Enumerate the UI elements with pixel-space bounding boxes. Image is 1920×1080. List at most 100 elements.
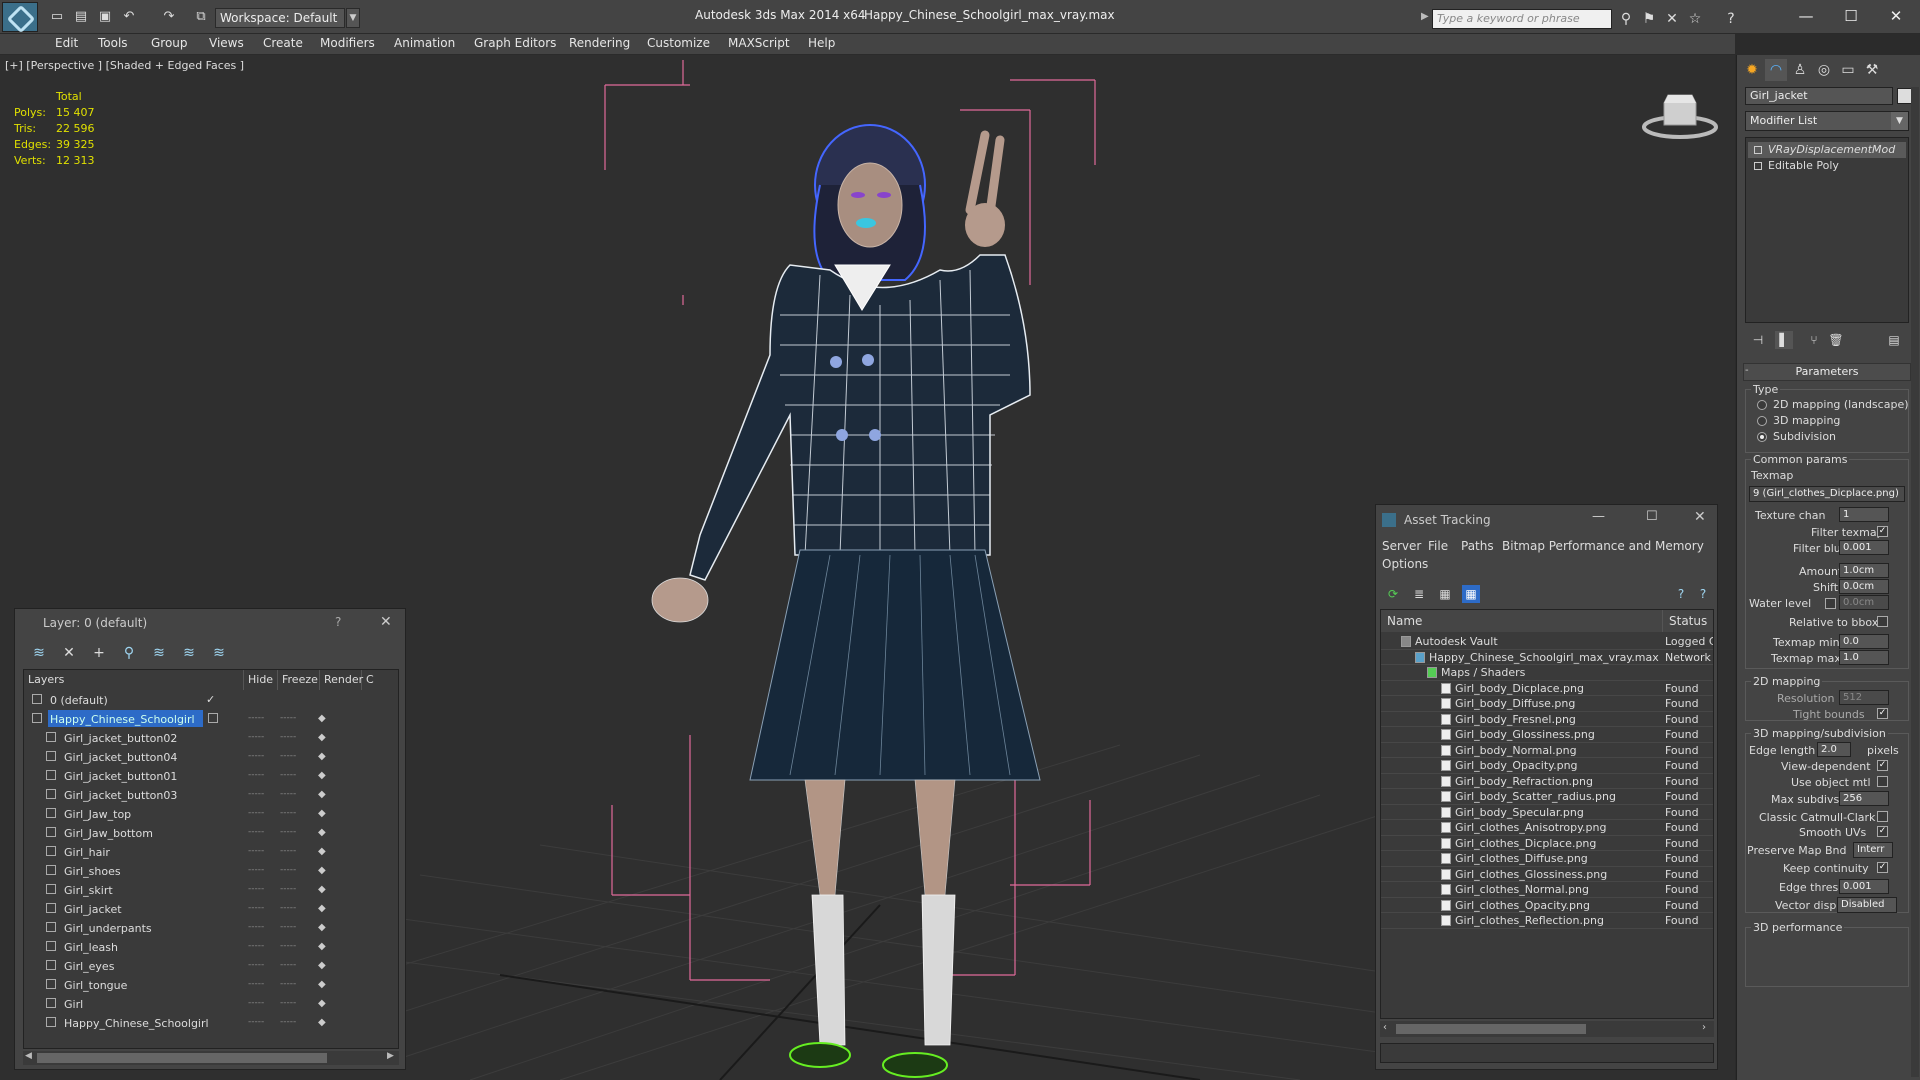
- pin-stack-icon[interactable]: ⊣: [1749, 331, 1767, 349]
- render-teapot-icon[interactable]: ◆: [318, 956, 326, 975]
- binoculars-icon[interactable]: ⚲: [1617, 10, 1635, 28]
- hide-toggle[interactable]: -----: [248, 937, 264, 956]
- amount-spinner[interactable]: 1.0cm: [1839, 563, 1889, 578]
- smooth-uvs-checkbox[interactable]: ✓: [1877, 826, 1888, 837]
- column-freeze[interactable]: Freeze: [278, 670, 320, 690]
- help-icon[interactable]: ?: [1722, 10, 1740, 28]
- freeze-toggle[interactable]: -----: [280, 1013, 296, 1032]
- render-teapot-icon[interactable]: ◆: [318, 880, 326, 899]
- use-object-mtl-checkbox[interactable]: [1877, 776, 1888, 787]
- thumbnail-view-icon[interactable]: ▦: [1436, 585, 1454, 603]
- render-teapot-icon[interactable]: ◆: [318, 747, 326, 766]
- asset-menu-file[interactable]: File: [1428, 539, 1448, 553]
- asset-settings-icon[interactable]: ?: [1694, 585, 1712, 603]
- asset-row[interactable]: Girl_body_Fresnel.png Found: [1381, 712, 1713, 727]
- hierarchy-tab-icon[interactable]: ♙: [1789, 59, 1811, 81]
- project-folder-icon[interactable]: ⧉: [192, 9, 210, 25]
- layer-name[interactable]: Girl_tongue: [62, 976, 135, 993]
- resolution-spinner[interactable]: 512: [1839, 690, 1889, 705]
- hide-toggle[interactable]: -----: [248, 956, 264, 975]
- freeze-toggle[interactable]: -----: [280, 937, 296, 956]
- layer-name[interactable]: Girl_underpants: [62, 919, 160, 936]
- menu-tools[interactable]: Tools: [98, 36, 128, 50]
- freeze-toggle[interactable]: -----: [280, 766, 296, 785]
- relative-bbox-checkbox[interactable]: [1877, 616, 1888, 627]
- freeze-toggle[interactable]: -----: [280, 804, 296, 823]
- max-subdivs-spinner[interactable]: 256: [1839, 791, 1889, 806]
- undo-icon[interactable]: ↶: [120, 9, 138, 25]
- subscription-icon[interactable]: ⚑: [1640, 10, 1658, 28]
- asset-help-icon[interactable]: ?: [1672, 585, 1690, 603]
- motion-tab-icon[interactable]: ◎: [1813, 59, 1835, 81]
- create-tab-icon[interactable]: ✹: [1741, 59, 1763, 81]
- asset-row[interactable]: Girl_body_Specular.png Found: [1381, 805, 1713, 820]
- maximize-button[interactable]: ☐: [1831, 4, 1871, 28]
- freeze-toggle[interactable]: -----: [280, 861, 296, 880]
- modify-tab-icon[interactable]: ◠: [1765, 59, 1787, 81]
- layer-name[interactable]: 0 (default): [48, 691, 116, 708]
- edge-thresh-spinner[interactable]: 0.001: [1839, 879, 1889, 894]
- menu-modifiers[interactable]: Modifiers: [320, 36, 375, 50]
- layer-row[interactable]: Girl_shoes ----- ----- ◆: [24, 861, 398, 880]
- layer-row[interactable]: Happy_Chinese_Schoolgirl ----- ----- ◆: [24, 1013, 398, 1032]
- render-teapot-icon[interactable]: ◆: [318, 842, 326, 861]
- menu-edit[interactable]: Edit: [55, 36, 78, 50]
- hide-toggle[interactable]: -----: [248, 709, 264, 728]
- layer-name[interactable]: Girl_skirt: [62, 881, 121, 898]
- shift-spinner[interactable]: 0.0cm: [1839, 579, 1889, 594]
- hide-toggle[interactable]: -----: [248, 880, 264, 899]
- filter-texmap-checkbox[interactable]: ✓: [1877, 526, 1888, 537]
- radio-2d-mapping[interactable]: [1757, 400, 1767, 410]
- modifier-list-arrow-icon[interactable]: ▼: [1891, 112, 1908, 130]
- asset-tracking-window[interactable]: Asset Tracking — ☐ ✕ Server File Paths B…: [1375, 504, 1718, 1070]
- layer-name[interactable]: Girl_Jaw_bottom: [62, 824, 161, 841]
- layer-name[interactable]: Girl_eyes: [62, 957, 122, 974]
- render-teapot-icon[interactable]: ◆: [318, 861, 326, 880]
- list-view-icon[interactable]: ≣: [1410, 585, 1428, 603]
- texmap-min-spinner[interactable]: 0.0: [1839, 634, 1889, 649]
- freeze-toggle[interactable]: -----: [280, 747, 296, 766]
- render-teapot-icon[interactable]: ◆: [318, 899, 326, 918]
- minimize-button[interactable]: —: [1786, 4, 1826, 28]
- favorites-star-icon[interactable]: ☆: [1686, 10, 1704, 28]
- asset-path-field[interactable]: [1380, 1043, 1714, 1063]
- freeze-toggle[interactable]: -----: [280, 975, 296, 994]
- asset-row[interactable]: Girl_body_Normal.png Found: [1381, 743, 1713, 758]
- freeze-toggle[interactable]: -----: [280, 899, 296, 918]
- freeze-toggle[interactable]: -----: [280, 842, 296, 861]
- app-logo-menu-button[interactable]: [2, 2, 38, 32]
- asset-row[interactable]: Girl_body_Opacity.png Found: [1381, 758, 1713, 774]
- asset-minimize-icon[interactable]: —: [1592, 509, 1605, 524]
- layer-row[interactable]: Girl_jacket_button02 ----- ----- ◆: [24, 728, 398, 747]
- hide-toggle[interactable]: -----: [248, 804, 264, 823]
- render-teapot-icon[interactable]: ◆: [318, 918, 326, 937]
- asset-maximize-icon[interactable]: ☐: [1646, 509, 1658, 524]
- hide-toggle[interactable]: -----: [248, 899, 264, 918]
- asset-row[interactable]: Girl_body_Diffuse.png Found: [1381, 696, 1713, 712]
- search-input[interactable]: Type a keyword or phrase: [1432, 9, 1612, 29]
- menu-rendering[interactable]: Rendering: [569, 36, 630, 50]
- layer-row[interactable]: Girl_leash ----- ----- ◆: [24, 937, 398, 956]
- vector-displ-dropdown[interactable]: Disabled: [1837, 897, 1897, 913]
- modifier-list-dropdown[interactable]: Modifier List: [1745, 111, 1909, 131]
- asset-row[interactable]: Maps / Shaders: [1381, 665, 1713, 681]
- view-dependent-checkbox[interactable]: ✓: [1877, 760, 1888, 771]
- scroll-left-icon[interactable]: ◀: [25, 1051, 32, 1061]
- asset-horizontal-scrollbar[interactable]: ‹ ›: [1380, 1021, 1714, 1037]
- new-file-icon[interactable]: ▭: [48, 9, 66, 25]
- edge-length-spinner[interactable]: 2.0: [1817, 742, 1851, 757]
- column-render[interactable]: Render: [320, 670, 363, 690]
- workspace-dropdown[interactable]: Workspace: Default: [215, 8, 345, 28]
- freeze-toggle[interactable]: -----: [280, 728, 296, 747]
- select-objects-icon[interactable]: ⚲: [119, 643, 139, 663]
- hide-toggle[interactable]: -----: [248, 728, 264, 747]
- display-tab-icon[interactable]: ▭: [1837, 59, 1859, 81]
- layer-row[interactable]: Girl_hair ----- ----- ◆: [24, 842, 398, 861]
- set-current-icon[interactable]: [208, 713, 218, 723]
- render-teapot-icon[interactable]: ◆: [318, 785, 326, 804]
- water-level-checkbox[interactable]: [1825, 598, 1836, 609]
- layer-row[interactable]: Girl_eyes ----- ----- ◆: [24, 956, 398, 975]
- render-teapot-icon[interactable]: ◆: [318, 823, 326, 842]
- filter-blur-spinner[interactable]: 0.001: [1839, 540, 1889, 555]
- remove-modifier-icon[interactable]: 🗑: [1827, 331, 1845, 349]
